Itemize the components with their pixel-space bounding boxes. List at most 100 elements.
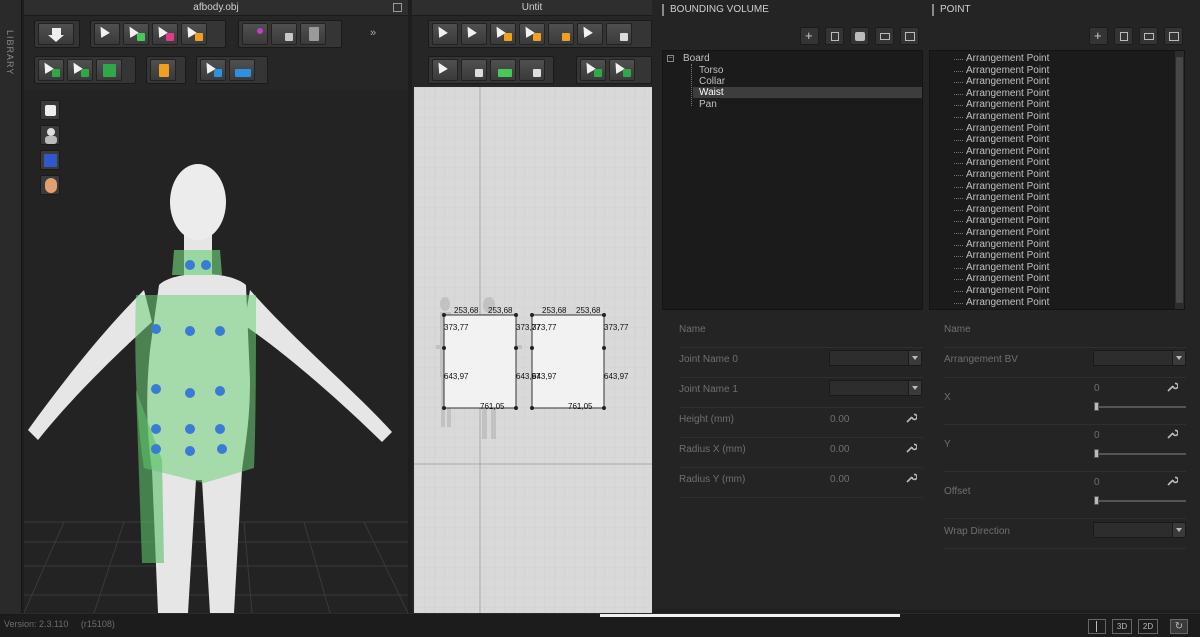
wrench-icon[interactable] [905, 442, 917, 454]
radius-y-value[interactable]: 0.00 [830, 474, 849, 485]
garment-remove-button[interactable] [152, 23, 178, 45]
open-point-button[interactable] [1139, 27, 1158, 45]
viewport-2d[interactable]: 253,68 253,68 253,68 253,68 373,77 373,7… [414, 87, 652, 613]
open-volume-button[interactable] [875, 27, 894, 45]
point-list-scrollbar[interactable] [1175, 51, 1184, 309]
gizmo-button[interactable] [150, 59, 176, 81]
point-list[interactable]: Arrangement Point Arrangement Point Arrang… [929, 50, 1185, 310]
skin-view-button[interactable] [40, 175, 60, 195]
arrangement-bv-dropdown[interactable] [1093, 350, 1186, 366]
list-item[interactable]: Arrangement Point [930, 239, 1184, 251]
garment-view-button[interactable] [40, 100, 60, 120]
garment-volume-button[interactable] [850, 27, 869, 45]
scroll-thumb[interactable] [1176, 57, 1183, 303]
point-x-slider[interactable] [1094, 406, 1186, 408]
edit-curve-button[interactable] [490, 23, 516, 45]
list-item[interactable]: Arrangement Point [930, 227, 1184, 239]
point-y-value[interactable]: 0 [1094, 430, 1100, 441]
avatar-button[interactable] [300, 23, 326, 45]
avatar-grid-button[interactable] [96, 59, 122, 81]
add-volume-button[interactable]: + [800, 27, 819, 45]
height-value[interactable]: 0.00 [830, 414, 849, 425]
list-item[interactable]: Arrangement Point [930, 250, 1184, 262]
edit-texture-button[interactable] [580, 59, 606, 81]
bounding-volume-tree[interactable]: − Board Torso Collar Waist Pan [662, 50, 923, 310]
tree-item-torso[interactable]: Torso [699, 65, 723, 76]
texture-view-button[interactable] [40, 150, 60, 170]
tree-item-pan[interactable]: Pan [699, 99, 717, 110]
add-point-button[interactable] [519, 23, 545, 45]
point-offset-value[interactable]: 0 [1094, 477, 1100, 488]
check-sewing-button[interactable] [519, 59, 545, 81]
list-item[interactable]: Arrangement Point [930, 215, 1184, 227]
list-item[interactable]: Arrangement Point [930, 146, 1184, 158]
joint1-dropdown[interactable] [829, 380, 922, 396]
wrap-direction-dropdown[interactable] [1093, 522, 1186, 538]
list-item[interactable]: Arrangement Point [930, 111, 1184, 123]
collapse-icon[interactable]: − [667, 55, 674, 62]
list-item[interactable]: Arrangement Point [930, 204, 1184, 216]
list-item[interactable]: Arrangement Point [930, 192, 1184, 204]
list-item[interactable]: Arrangement Point [930, 65, 1184, 77]
list-item[interactable]: Arrangement Point [930, 99, 1184, 111]
point-x-value[interactable]: 0 [1094, 383, 1100, 394]
list-item[interactable]: Arrangement Point [930, 157, 1184, 169]
list-item[interactable]: Arrangement Point [930, 297, 1184, 309]
radius-x-value[interactable]: 0.00 [830, 444, 849, 455]
list-item[interactable]: Arrangement Point [930, 262, 1184, 274]
pattern-edit-button[interactable] [181, 23, 207, 45]
list-item[interactable]: Arrangement Point [930, 134, 1184, 146]
flat-button[interactable] [229, 59, 255, 81]
tape-button[interactable] [271, 23, 297, 45]
avatar-view-button[interactable] [40, 125, 60, 145]
transform-texture-button[interactable] [609, 59, 635, 81]
select-move-button[interactable] [94, 23, 120, 45]
garment-add-button[interactable] [123, 23, 149, 45]
wrench-icon[interactable] [905, 472, 917, 484]
list-item[interactable]: Arrangement Point [930, 169, 1184, 181]
point-offset-slider[interactable] [1094, 500, 1186, 502]
add-point-list-button[interactable]: + [1089, 27, 1108, 45]
wrench-icon[interactable] [1166, 475, 1178, 487]
wrench-icon[interactable] [905, 412, 917, 424]
viewport-3d[interactable] [24, 90, 408, 613]
tree-item-waist[interactable]: Waist [693, 87, 922, 98]
save-volume-button[interactable] [900, 27, 919, 45]
internal-shape-button[interactable] [606, 23, 632, 45]
point-offset-slider-thumb[interactable] [1094, 496, 1099, 505]
view-2d-button[interactable]: 2D [1138, 619, 1158, 634]
segment-sewing-button[interactable] [461, 59, 487, 81]
point-y-slider[interactable] [1094, 453, 1186, 455]
avatar-point-button[interactable] [38, 59, 64, 81]
cut-button[interactable] [548, 23, 574, 45]
list-item[interactable]: Arrangement Point [930, 123, 1184, 135]
list-item[interactable]: Arrangement Point [930, 76, 1184, 88]
tree-item-board[interactable]: Board [683, 53, 710, 64]
transform-pattern-button[interactable] [432, 23, 458, 45]
list-item[interactable]: Arrangement Point [930, 285, 1184, 297]
list-item[interactable]: Arrangement Point [930, 273, 1184, 285]
point-y-slider-thumb[interactable] [1094, 449, 1099, 458]
joint0-dropdown[interactable] [829, 350, 922, 366]
more-tools-icon[interactable]: » [370, 27, 376, 39]
wrench-icon[interactable] [1166, 381, 1178, 393]
edit-sewing-button[interactable] [432, 59, 458, 81]
view-3d-button[interactable]: 3D [1112, 619, 1132, 634]
list-item[interactable]: Arrangement Point [930, 181, 1184, 193]
save-point-button[interactable] [1164, 27, 1183, 45]
refresh-button[interactable]: ↻ [1170, 619, 1188, 634]
tree-item-collar[interactable]: Collar [699, 76, 725, 87]
list-item[interactable]: Arrangement Point [930, 88, 1184, 100]
maximize-icon[interactable] [393, 3, 402, 12]
edit-pattern-button[interactable] [461, 23, 487, 45]
polygon-button[interactable] [577, 23, 603, 45]
fold-button[interactable] [200, 59, 226, 81]
free-sewing-button[interactable] [490, 59, 516, 81]
point-x-slider-thumb[interactable] [1094, 402, 1099, 411]
import-button[interactable] [38, 23, 74, 45]
avatar-measure-button[interactable] [67, 59, 93, 81]
pin-button[interactable] [242, 23, 268, 45]
library-strip[interactable]: LIBRARY [0, 0, 22, 613]
wrench-icon[interactable] [1166, 428, 1178, 440]
delete-volume-button[interactable] [825, 27, 844, 45]
